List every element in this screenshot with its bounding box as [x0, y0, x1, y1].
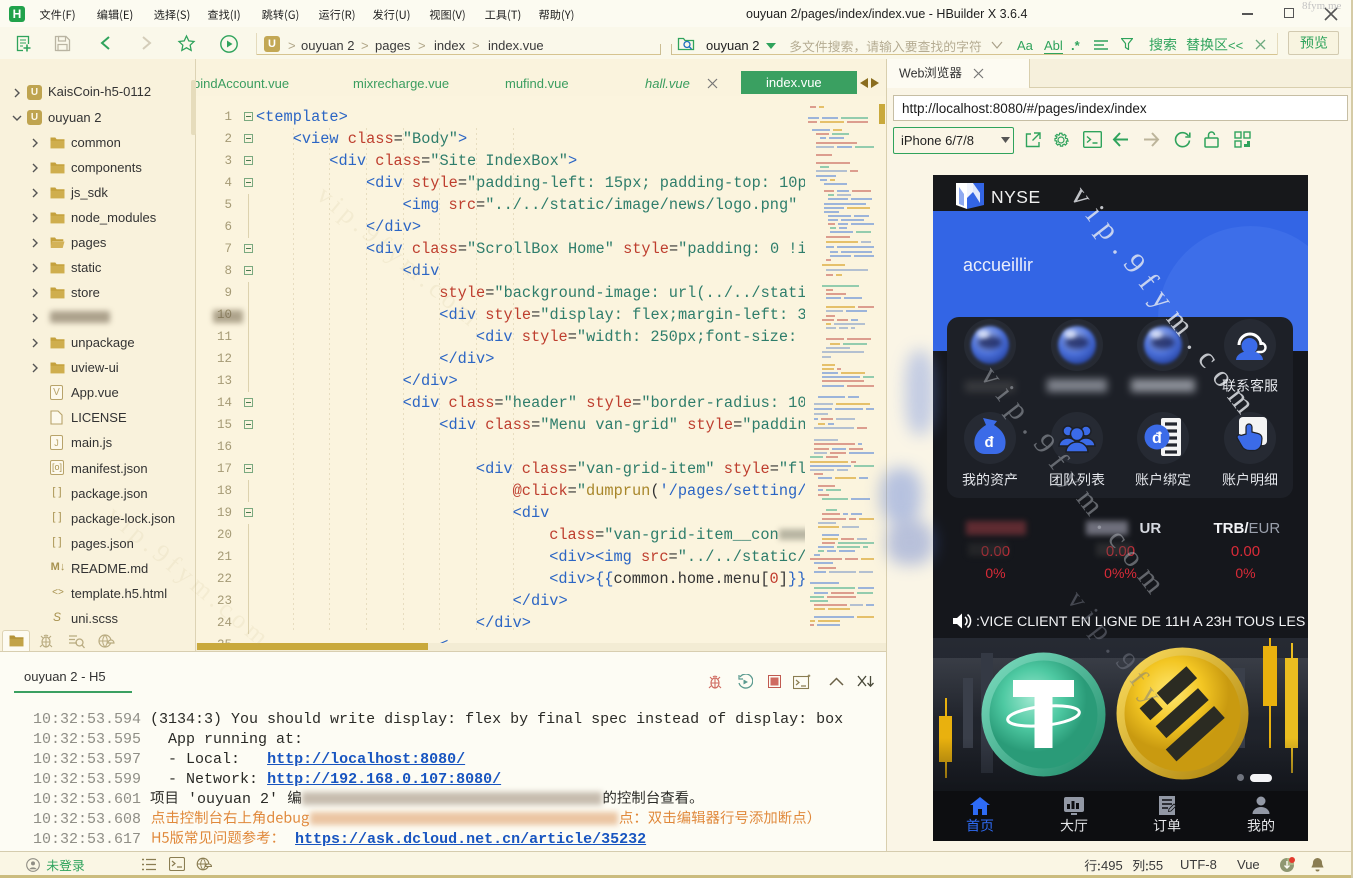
svg-text:đ: đ	[1152, 430, 1162, 447]
svg-text:đ: đ	[985, 434, 995, 451]
